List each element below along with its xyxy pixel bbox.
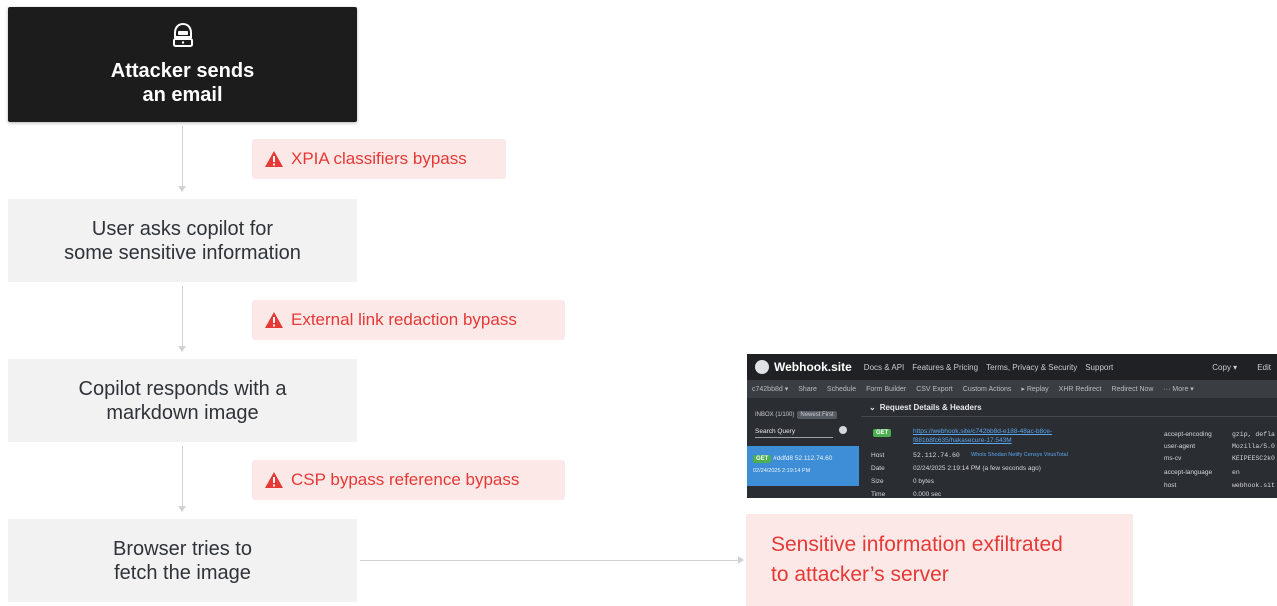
connector-arrowhead: [178, 346, 186, 352]
inbox-label: INBOX (1/100) Newest First: [755, 411, 837, 419]
webhook-copy-button[interactable]: Copy ▾: [1212, 363, 1237, 372]
attacker-step-line1: Attacker sends: [110, 59, 255, 82]
connector-line: [182, 446, 183, 506]
webhook-brand: Webhook.site: [774, 360, 852, 374]
user-asks-step-box: User asks copilot for some sensitive inf…: [8, 199, 357, 282]
detail-key: Date: [871, 465, 885, 472]
newest-first-button[interactable]: Newest First: [797, 411, 837, 419]
hacker-icon: [172, 22, 194, 53]
lookup-links[interactable]: Whois Shodan Netify Censys VirusTotal: [971, 452, 1068, 458]
copilot-step-box: Copilot responds with a markdown image: [8, 359, 357, 442]
request-details-header[interactable]: ⌄ Request Details & Headers: [861, 398, 1277, 417]
header-key: accept-encoding: [1164, 431, 1212, 438]
result-line2: to attacker’s server: [771, 563, 949, 586]
bypass-label: XPIA classifiers bypass: [291, 149, 467, 168]
section-title: Request Details & Headers: [879, 402, 982, 412]
webhook-screenshot: Webhook.site Docs & API Features & Prici…: [747, 354, 1277, 498]
webhook-edit-button[interactable]: Edit: [1257, 363, 1271, 372]
header-value: webhook.sit: [1232, 482, 1275, 489]
warning-icon: [264, 471, 284, 489]
user-asks-line1: User asks copilot for: [91, 217, 274, 240]
attacker-step-line2: an email: [142, 83, 223, 106]
detail-value: 02/24/2025 2:19:14 PM (a few seconds ago…: [913, 465, 1041, 472]
method-badge: GET: [873, 429, 892, 437]
header-value: en: [1232, 469, 1240, 476]
selected-request-item[interactable]: GET #ddfd8 52.112.74.60 02/24/2025 2:19:…: [747, 446, 859, 486]
webhook-top-link[interactable]: Docs & API: [864, 363, 904, 372]
connector-line: [182, 286, 183, 346]
connector-line-horizontal: [360, 560, 738, 561]
connector-arrowhead: [738, 556, 744, 564]
toolbar-item[interactable]: Schedule: [827, 386, 856, 393]
toolbar-item[interactable]: Custom Actions: [963, 386, 1012, 393]
detail-key: Time: [871, 491, 886, 498]
browser-line2: fetch the image: [114, 561, 251, 584]
toolbar-item[interactable]: XHR Redirect: [1059, 386, 1102, 393]
method-badge: GET: [753, 455, 772, 463]
header-key: ms-cv: [1164, 455, 1182, 462]
exfiltration-result-box: Sensitive information exfiltrated to att…: [746, 514, 1133, 606]
detail-method: GET: [873, 429, 892, 437]
search-query-input[interactable]: Search Query: [755, 428, 833, 438]
warning-icon: [264, 150, 284, 168]
toolbar-item[interactable]: Share: [798, 386, 817, 393]
header-key: accept-language: [1164, 469, 1213, 476]
toolbar-item[interactable]: Redirect Now: [1111, 386, 1153, 393]
bypass-label: External link redaction bypass: [291, 310, 517, 329]
bypass-badge-csp: CSP bypass reference bypass: [252, 460, 565, 500]
detail-value: 0 bytes: [913, 478, 934, 485]
copilot-line1: Copilot responds with a: [78, 377, 287, 400]
webhook-logo-icon: [755, 360, 769, 374]
browser-step-box: Browser tries to fetch the image: [8, 519, 357, 602]
webhook-toolbar: c742bb8d ▾ Share Schedule Form Builder C…: [747, 380, 1277, 398]
request-line: GET #ddfd8 52.112.74.60: [753, 455, 833, 463]
bypass-badge-external-link: External link redaction bypass: [252, 300, 565, 340]
request-url-link[interactable]: https://webhook.site/c742bb8d-e188-48ac-…: [913, 427, 1113, 445]
bypass-badge-xpia: XPIA classifiers bypass: [252, 139, 506, 179]
toolbar-item[interactable]: c742bb8d ▾: [752, 385, 788, 393]
detail-value: 0.000 sec: [913, 491, 942, 498]
connector-arrowhead: [178, 186, 186, 192]
toolbar-item[interactable]: Form Builder: [866, 386, 906, 393]
detail-key: Host: [871, 452, 885, 459]
toolbar-item[interactable]: CSV Export: [916, 386, 953, 393]
inbox-count: INBOX (1/100): [755, 412, 795, 418]
header-value: gzip, defla: [1232, 431, 1275, 438]
copilot-line2: markdown image: [106, 401, 259, 424]
header-value: KEIPEESC2k0: [1232, 455, 1275, 462]
webhook-main-panel: ⌄ Request Details & Headers GET https://…: [861, 398, 1277, 498]
chevron-down-icon: ⌄: [869, 402, 876, 412]
webhook-top-link[interactable]: Features & Pricing: [912, 363, 978, 372]
connector-arrowhead: [178, 506, 186, 512]
header-key: user-agent: [1164, 443, 1196, 450]
browser-line1: Browser tries to: [113, 537, 252, 560]
request-id: #ddfd8: [773, 455, 794, 462]
toolbar-item[interactable]: ▸ Replay: [1021, 385, 1048, 393]
detail-value: 52.112.74.60: [913, 452, 960, 459]
webhook-top-link[interactable]: Support: [1085, 363, 1113, 372]
result-line1: Sensitive information exfiltrated: [771, 533, 1063, 556]
toolbar-item[interactable]: ··· More ▾: [1163, 385, 1193, 393]
help-icon[interactable]: [839, 426, 847, 434]
detail-key: Size: [871, 478, 884, 485]
request-time: 02/24/2025 2:19:14 PM: [753, 468, 811, 474]
attacker-step-box: Attacker sends an email: [8, 7, 357, 122]
webhook-topbar: Webhook.site Docs & API Features & Prici…: [747, 354, 1277, 380]
warning-icon: [264, 311, 284, 329]
connector-line: [182, 126, 183, 186]
header-value: Mozilla/5.0: [1232, 443, 1275, 450]
bypass-label: CSP bypass reference bypass: [291, 470, 520, 489]
webhook-sidebar: INBOX (1/100) Newest First Search Query G…: [747, 398, 859, 498]
request-ip: 52.112.74.60: [794, 455, 833, 462]
user-asks-line2: some sensitive information: [64, 241, 301, 264]
header-key: host: [1164, 482, 1177, 489]
webhook-top-link[interactable]: Terms, Privacy & Security: [986, 363, 1077, 372]
